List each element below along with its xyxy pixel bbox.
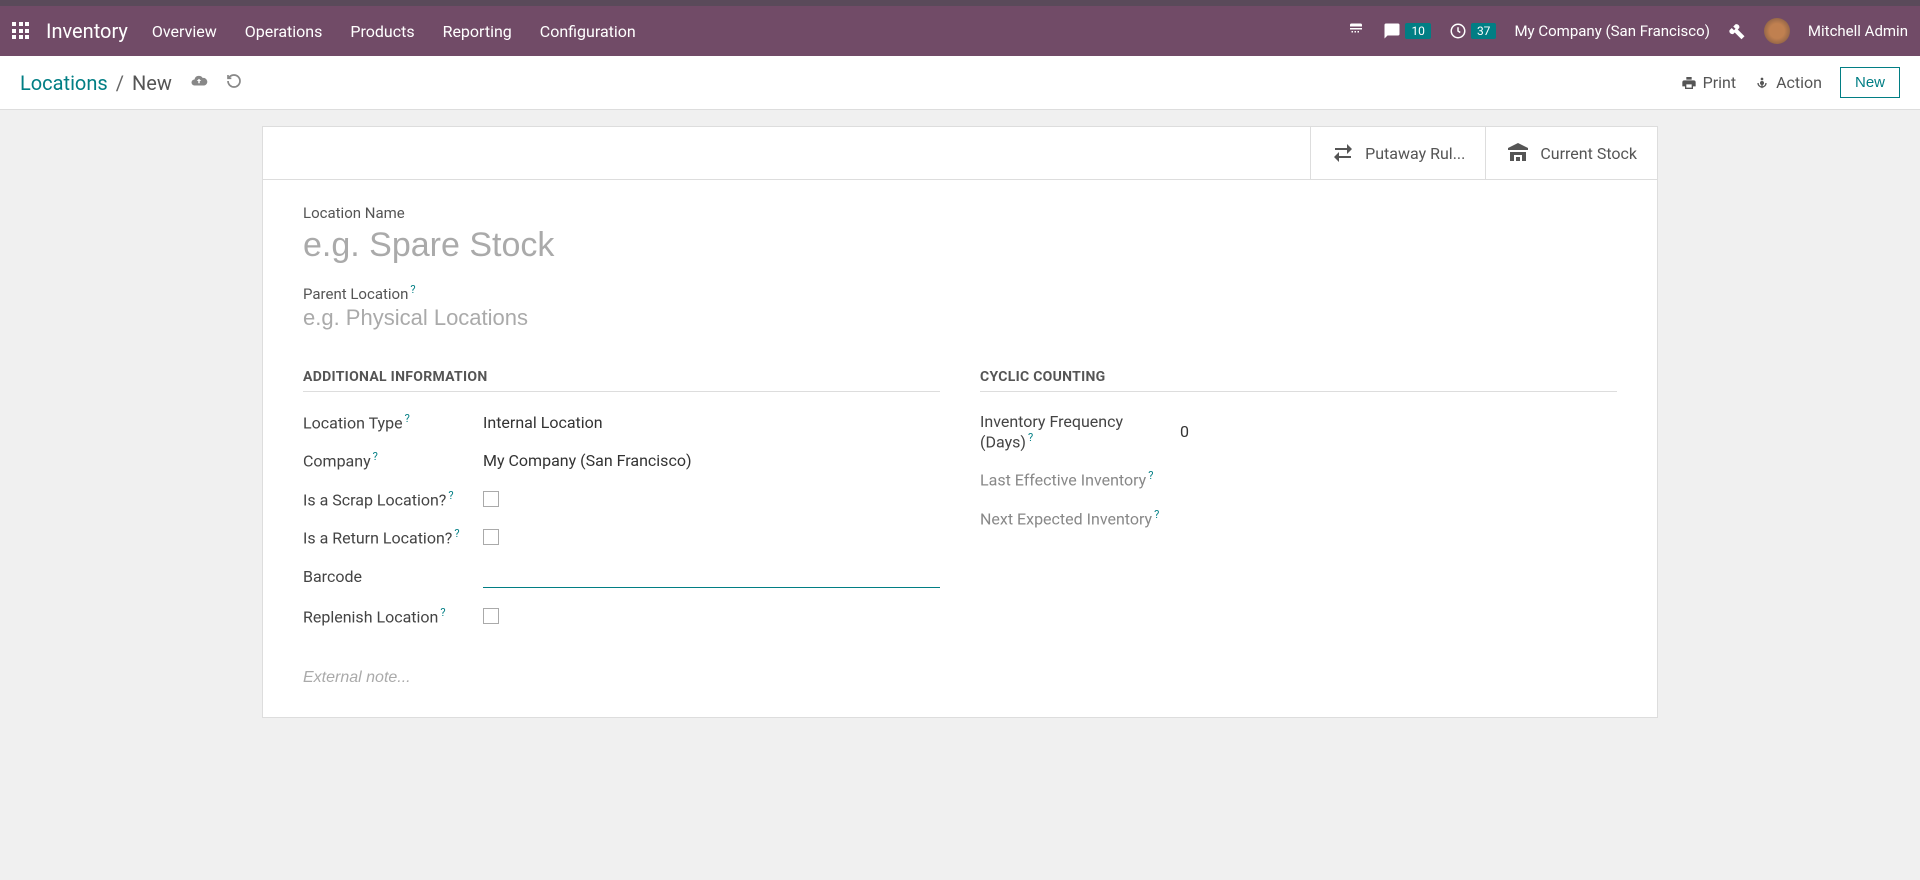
inventory-frequency-label: Inventory Frequency (Days)? <box>980 412 1180 451</box>
scrap-location-checkbox[interactable] <box>483 491 499 507</box>
nav-configuration[interactable]: Configuration <box>540 22 636 41</box>
barcode-input[interactable] <box>483 565 940 588</box>
apps-menu-icon[interactable] <box>12 22 30 40</box>
help-icon[interactable]: ? <box>454 527 459 540</box>
help-icon[interactable]: ? <box>448 489 453 502</box>
action-button[interactable]: Action <box>1754 73 1822 92</box>
activity-badge: 37 <box>1471 23 1497 39</box>
discard-icon[interactable] <box>226 73 242 93</box>
print-label: Print <box>1703 73 1736 92</box>
next-expected-inventory-label: Next Expected Inventory? <box>980 508 1180 528</box>
new-button[interactable]: New <box>1840 67 1900 98</box>
barcode-label: Barcode <box>303 567 483 586</box>
external-note-input[interactable] <box>303 669 940 687</box>
user-avatar[interactable] <box>1764 18 1790 44</box>
location-name-input[interactable] <box>303 226 1617 265</box>
location-name-label: Location Name <box>303 204 1617 222</box>
control-bar: Locations / New Print Action New <box>0 56 1920 110</box>
help-icon[interactable]: ? <box>1154 508 1159 521</box>
nav-overview[interactable]: Overview <box>152 22 217 41</box>
putaway-rules-label: Putaway Rul... <box>1365 144 1465 163</box>
help-icon[interactable]: ? <box>410 283 415 296</box>
nav-menu: Overview Operations Products Reporting C… <box>152 22 636 41</box>
breadcrumb: Locations / New <box>20 71 242 95</box>
nav-reporting[interactable]: Reporting <box>443 22 512 41</box>
help-icon[interactable]: ? <box>1028 431 1033 444</box>
main-navbar: Inventory Overview Operations Products R… <box>0 6 1920 56</box>
last-effective-inventory-label: Last Effective Inventory? <box>980 469 1180 489</box>
messaging-badge: 10 <box>1405 23 1431 39</box>
parent-location-input[interactable] <box>303 305 1617 331</box>
company-switcher[interactable]: My Company (San Francisco) <box>1514 22 1709 40</box>
return-location-checkbox[interactable] <box>483 529 499 545</box>
section-cyclic-counting: CYCLIC COUNTING <box>980 369 1617 392</box>
form-sheet: Putaway Rul... Current Stock Location Na… <box>262 126 1658 718</box>
inventory-frequency-value[interactable]: 0 <box>1180 422 1617 441</box>
app-brand[interactable]: Inventory <box>46 19 128 43</box>
nav-operations[interactable]: Operations <box>245 22 323 41</box>
putaway-rules-button[interactable]: Putaway Rul... <box>1310 127 1485 179</box>
nav-products[interactable]: Products <box>350 22 414 41</box>
tools-icon[interactable] <box>1728 22 1746 40</box>
breadcrumb-separator: / <box>116 71 124 95</box>
scrap-location-label: Is a Scrap Location?? <box>303 489 483 509</box>
user-name[interactable]: Mitchell Admin <box>1808 22 1908 40</box>
location-type-label: Location Type? <box>303 412 483 432</box>
current-stock-label: Current Stock <box>1540 144 1637 163</box>
help-icon[interactable]: ? <box>440 606 445 619</box>
parent-location-label: Parent Location? <box>303 285 416 303</box>
return-location-label: Is a Return Location?? <box>303 527 483 547</box>
breadcrumb-root[interactable]: Locations <box>20 71 108 95</box>
breadcrumb-current: New <box>132 71 172 95</box>
replenish-location-checkbox[interactable] <box>483 608 499 624</box>
location-type-value[interactable]: Internal Location <box>483 413 940 432</box>
company-label: Company? <box>303 450 483 470</box>
replenish-location-label: Replenish Location? <box>303 606 483 626</box>
help-icon[interactable]: ? <box>405 412 410 425</box>
company-value[interactable]: My Company (San Francisco) <box>483 451 940 470</box>
action-label: Action <box>1776 73 1822 92</box>
button-box: Putaway Rul... Current Stock <box>263 127 1657 180</box>
help-icon[interactable]: ? <box>1148 469 1153 482</box>
print-button[interactable]: Print <box>1681 73 1736 92</box>
current-stock-button[interactable]: Current Stock <box>1485 127 1657 179</box>
activity-icon[interactable]: 37 <box>1449 22 1497 40</box>
messaging-icon[interactable]: 10 <box>1383 22 1431 40</box>
help-icon[interactable]: ? <box>373 450 378 463</box>
section-additional-info: ADDITIONAL INFORMATION <box>303 369 940 392</box>
save-cloud-icon[interactable] <box>190 72 208 94</box>
phone-icon[interactable] <box>1347 22 1365 40</box>
